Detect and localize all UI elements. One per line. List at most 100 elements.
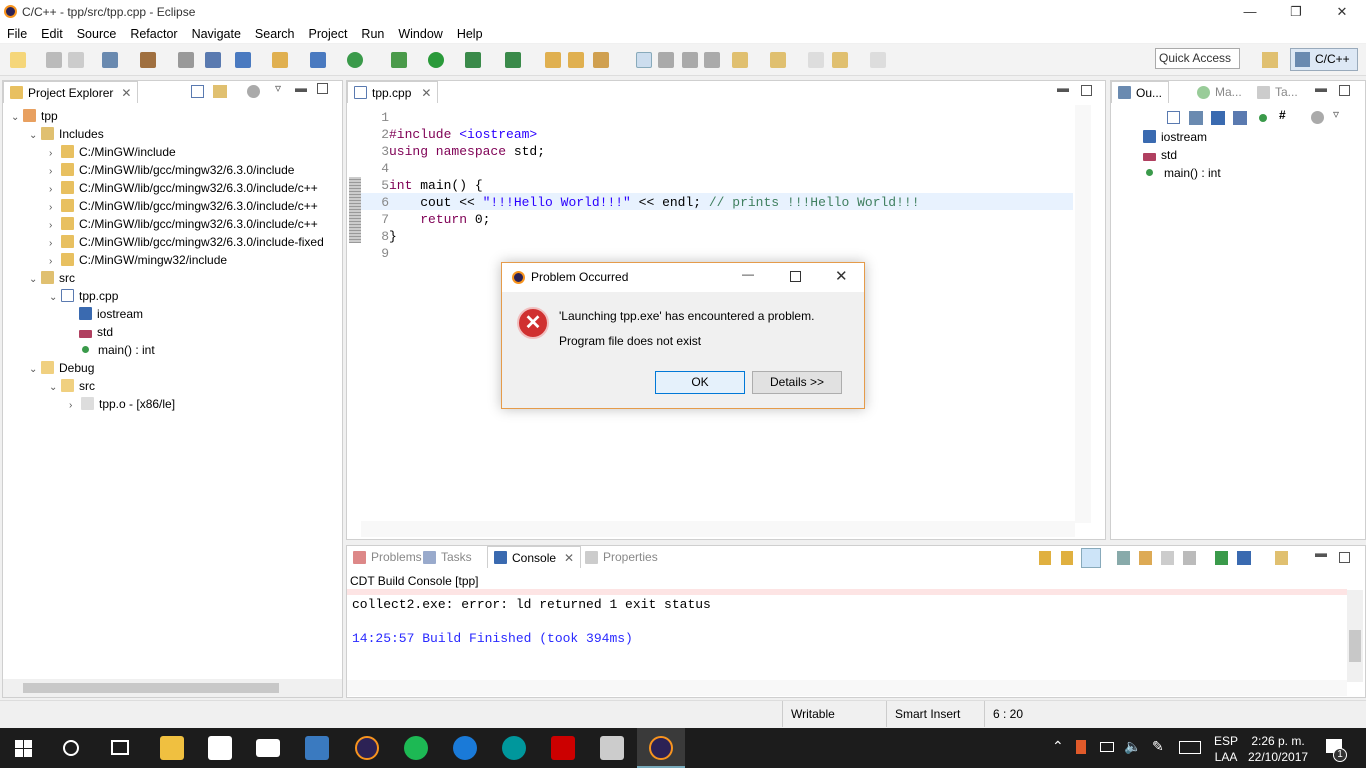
hide-non-public-icon[interactable] xyxy=(1259,114,1267,122)
search-cortana-icon[interactable] xyxy=(63,740,79,756)
filter-icon[interactable] xyxy=(247,85,260,98)
outline-item-main[interactable]: main() : int xyxy=(1143,164,1221,182)
last-edit-icon[interactable] xyxy=(808,52,824,68)
battery-icon[interactable] xyxy=(1100,742,1114,752)
new-folder-icon[interactable] xyxy=(272,52,288,68)
tab-tasks[interactable]: Tasks xyxy=(417,546,478,568)
tree-item-debug[interactable]: ⌄ Debug xyxy=(29,359,94,377)
hide-macros-icon[interactable]: # xyxy=(1279,108,1286,122)
outline-item-std[interactable]: std xyxy=(1143,146,1177,164)
start-windows-icon[interactable] xyxy=(15,740,32,757)
next-annotation-icon[interactable] xyxy=(732,52,748,68)
minimize-icon[interactable]: ▬ xyxy=(1315,81,1327,95)
hide-fields-icon[interactable] xyxy=(1211,111,1225,125)
perspective-cpp-button[interactable]: C/C++ xyxy=(1290,48,1358,71)
menu-edit[interactable]: Edit xyxy=(34,27,70,41)
tab-project-explorer[interactable]: Project Explorer ✕ xyxy=(3,81,139,103)
run-icon[interactable] xyxy=(428,52,444,68)
tree-item-include[interactable]: › C:/MinGW/lib/gcc/mingw32/6.3.0/include-… xyxy=(49,233,341,251)
tree-item-tpp-o[interactable]: › tpp.o - [x86/le] xyxy=(69,395,175,413)
back-icon[interactable] xyxy=(832,52,848,68)
copy-icon[interactable] xyxy=(1117,551,1130,565)
menu-project[interactable]: Project xyxy=(302,27,355,41)
clock[interactable]: 2:26 p. m. 22/10/2017 xyxy=(1248,733,1308,765)
keyboard-icon[interactable] xyxy=(1179,741,1201,754)
previous-error-icon[interactable] xyxy=(1061,551,1073,565)
tree-item-debug-src[interactable]: ⌄ src xyxy=(49,377,95,395)
menu-navigate[interactable]: Navigate xyxy=(185,27,248,41)
sort-icon[interactable] xyxy=(1189,111,1203,125)
save-all-icon[interactable] xyxy=(68,52,84,68)
collapse-all-icon[interactable] xyxy=(1167,111,1180,124)
show-hidden-icons[interactable]: ⌃ xyxy=(1052,738,1064,755)
language-indicator[interactable]: ESP LAA xyxy=(1214,733,1238,765)
open-console-icon[interactable] xyxy=(1275,551,1288,565)
close-icon[interactable]: ✕ xyxy=(421,86,431,100)
minimize-icon[interactable]: ▬ xyxy=(1315,546,1327,560)
arduino-icon[interactable] xyxy=(502,736,526,760)
next-error-icon[interactable] xyxy=(1039,551,1051,565)
open-perspective-icon[interactable] xyxy=(1262,52,1278,68)
group-icon[interactable] xyxy=(1311,111,1324,124)
menu-file[interactable]: File xyxy=(0,27,34,41)
settings-icon[interactable] xyxy=(102,52,118,68)
view-menu-icon[interactable]: ▿ xyxy=(1333,107,1339,121)
new-project-icon[interactable] xyxy=(235,52,251,68)
tab-console[interactable]: Console ✕ xyxy=(487,546,582,568)
save-icon[interactable] xyxy=(46,52,62,68)
horizontal-scrollbar[interactable] xyxy=(3,679,342,697)
link-console-icon[interactable] xyxy=(1081,548,1101,568)
close-button[interactable]: ✕ xyxy=(1319,0,1365,24)
debug-bug-icon[interactable] xyxy=(391,52,407,68)
view-menu-icon[interactable]: ▿ xyxy=(275,81,281,95)
mail-icon[interactable] xyxy=(256,739,280,757)
menu-help[interactable]: Help xyxy=(450,27,490,41)
dialog-close-button[interactable]: ✕ xyxy=(835,267,848,285)
close-icon[interactable]: ✕ xyxy=(564,551,574,565)
pen-icon[interactable]: ✎ xyxy=(1152,738,1164,755)
tab-task-list[interactable]: Ta... xyxy=(1251,81,1304,103)
tab-problems[interactable]: Problems xyxy=(347,546,428,568)
external-tools-icon[interactable] xyxy=(505,52,521,68)
console-horizontal-scrollbar[interactable] xyxy=(347,680,1347,696)
acrobat-icon[interactable] xyxy=(551,736,575,760)
tree-item-include[interactable]: › C:/MinGW/include xyxy=(49,143,176,161)
store-icon[interactable] xyxy=(208,736,232,760)
clear-console-icon[interactable] xyxy=(1183,551,1196,565)
tree-item-src[interactable]: ⌄ src xyxy=(29,269,75,287)
app-icon[interactable] xyxy=(600,736,624,760)
maximize-icon[interactable] xyxy=(1339,85,1350,96)
speaker-icon[interactable]: 🔈 xyxy=(1124,738,1141,755)
word-wrap-icon[interactable] xyxy=(1161,551,1174,565)
minimize-icon[interactable]: ▬ xyxy=(1057,81,1069,95)
tree-item-include[interactable]: › C:/MinGW/lib/gcc/mingw32/6.3.0/include xyxy=(49,161,294,179)
coverage-icon[interactable] xyxy=(465,52,481,68)
eclipse-active-task[interactable] xyxy=(637,728,685,768)
vertical-scrollbar[interactable] xyxy=(1075,105,1091,523)
edge-icon[interactable] xyxy=(453,736,477,760)
tree-item-include[interactable]: › C:/MinGW/lib/gcc/mingw32/6.3.0/include/… xyxy=(49,179,318,197)
spotify-icon[interactable] xyxy=(404,736,428,760)
maximize-icon[interactable] xyxy=(317,83,328,94)
dialog-minimize-button[interactable]: — xyxy=(742,267,754,281)
search-icon[interactable] xyxy=(593,52,609,68)
volume-muted-app-icon[interactable] xyxy=(1076,740,1086,754)
pin-console-icon[interactable] xyxy=(1215,551,1228,565)
restore-button[interactable]: ❐ xyxy=(1273,0,1319,24)
maximize-icon[interactable] xyxy=(1081,85,1092,96)
ok-button[interactable]: OK xyxy=(655,371,745,394)
console-output[interactable]: collect2.exe: error: ld returned 1 exit … xyxy=(347,594,1347,684)
quick-access-input[interactable]: Quick Access xyxy=(1155,48,1240,69)
dialog-maximize-button[interactable] xyxy=(790,271,801,282)
tree-item-std[interactable]: std xyxy=(79,323,113,341)
prev-annotation-icon[interactable] xyxy=(770,52,786,68)
console-vertical-scrollbar[interactable] xyxy=(1347,590,1363,682)
menu-run[interactable]: Run xyxy=(354,27,391,41)
scrollbar-thumb[interactable] xyxy=(23,683,279,693)
minimize-button[interactable]: — xyxy=(1227,0,1273,24)
task-view-icon[interactable] xyxy=(111,740,129,755)
link-with-editor-icon[interactable] xyxy=(213,85,227,98)
details-button[interactable]: Details >> xyxy=(752,371,842,394)
debug-icon[interactable] xyxy=(205,52,221,68)
new-icon[interactable] xyxy=(10,52,26,68)
